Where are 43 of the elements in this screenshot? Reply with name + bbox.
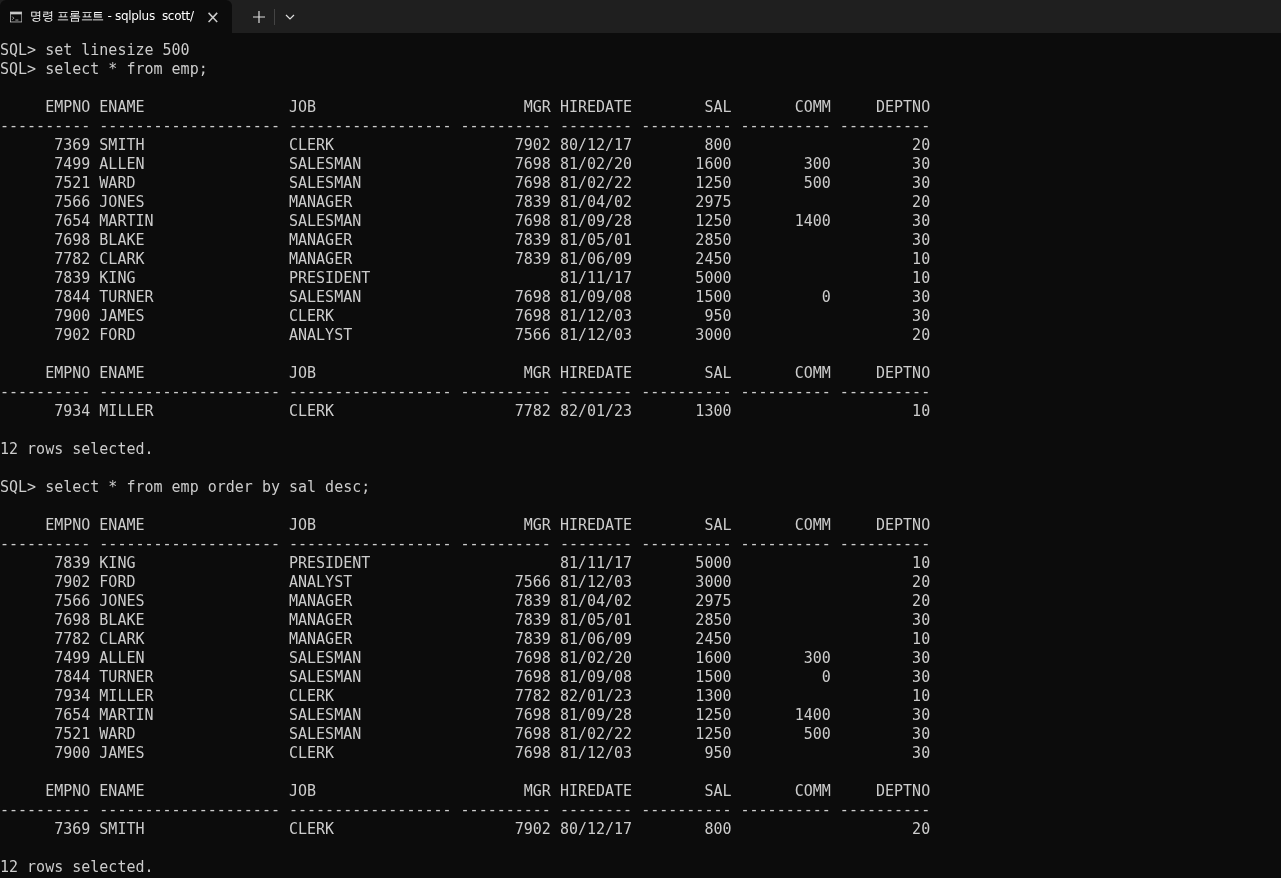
dashed-rule: ---------- -------------------- ------------------ ---------- -------- ---------- ---------- ---------- xyxy=(0,383,931,402)
dashed-rule: ---------- -------------------- ------------------ ---------- -------- ---------- ---------- ---------- xyxy=(0,801,931,820)
table-row-text: 7566 JONES MANAGER 7839 81/04/02 2975 20 xyxy=(53,193,931,212)
table-row-text: 7900 JAMES CLERK 7698 81/12/03 950 30 xyxy=(53,307,931,326)
column-header-line: EMPNO ENAME JOB MGR HIREDATE SAL COMM DEPTNO xyxy=(44,516,931,535)
plus-icon xyxy=(253,10,265,23)
table-row-text: 7499 ALLEN SALESMAN 7698 81/02/20 1600 300 30 xyxy=(53,155,931,174)
terminal-tab[interactable]: 명령 프롬프트 - sqlplus scott/ × xyxy=(0,0,232,33)
table-row-text: 7369 SMITH CLERK 7902 80/12/17 800 20 xyxy=(53,820,931,839)
table-row-text: 7782 CLARK MANAGER 7839 81/06/09 2450 10 xyxy=(53,250,931,269)
table-row-text: 7782 CLARK MANAGER 7839 81/06/09 2450 10 xyxy=(53,630,931,649)
table-row-text: 7902 FORD ANALYST 7566 81/12/03 3000 20 xyxy=(53,326,931,345)
column-header-line: EMPNO ENAME JOB MGR HIREDATE SAL COMM DEPTNO xyxy=(44,782,931,801)
table-row-text: 7900 JAMES CLERK 7698 81/12/03 950 30 xyxy=(53,744,931,763)
table-row-text: 7839 KING PRESIDENT 81/11/17 5000 10 xyxy=(53,554,931,573)
table-row-text: 7698 BLAKE MANAGER 7839 81/05/01 2850 30 xyxy=(53,611,931,630)
command-line: SQL> select * from emp order by sal desc; xyxy=(0,478,371,497)
table-row-text: 7369 SMITH CLERK 7902 80/12/17 800 20 xyxy=(53,136,931,155)
table-row-text: 7499 ALLEN SALESMAN 7698 81/02/20 1600 300 30 xyxy=(53,649,931,668)
command-line: SQL> select * from emp; xyxy=(0,60,208,79)
close-tab-button[interactable]: × xyxy=(201,6,224,27)
table-row-text: 7844 TURNER SALESMAN 7698 81/09/08 1500 0 30 xyxy=(53,288,931,307)
command-line: SQL> set linesize 500 xyxy=(0,41,190,60)
table-row-text: 7521 WARD SALESMAN 7698 81/02/22 1250 500 30 xyxy=(53,725,931,744)
status-message: 12 rows selected. xyxy=(0,440,154,459)
tab-title: 명령 프롬프트 - sqlplus scott/ xyxy=(30,8,194,25)
chevron-down-icon xyxy=(285,13,295,20)
table-row-text: 7934 MILLER CLERK 7782 82/01/23 1300 10 xyxy=(53,402,931,421)
dashed-rule: ---------- -------------------- ------------------ ---------- -------- ---------- ---------- ---------- xyxy=(0,535,931,554)
table-row-text: 7902 FORD ANALYST 7566 81/12/03 3000 20 xyxy=(53,573,931,592)
table-row-text: 7566 JONES MANAGER 7839 81/04/02 2975 20 xyxy=(53,592,931,611)
table-row-text: 7654 MARTIN SALESMAN 7698 81/09/28 1250 1400 30 xyxy=(53,706,931,725)
table-row-text: 7934 MILLER CLERK 7782 82/01/23 1300 10 xyxy=(53,687,931,706)
table-row-text: 7844 TURNER SALESMAN 7698 81/09/08 1500 0 30 xyxy=(53,668,931,687)
column-header-line: EMPNO ENAME JOB MGR HIREDATE SAL COMM DEPTNO xyxy=(44,98,931,117)
column-header-line: EMPNO ENAME JOB MGR HIREDATE SAL COMM DEPTNO xyxy=(44,364,931,383)
console-icon xyxy=(10,9,23,24)
dashed-rule: ---------- -------------------- ------------------ ---------- -------- ---------- ---------- ---------- xyxy=(0,117,931,136)
table-row-text: 7839 KING PRESIDENT 81/11/17 5000 10 xyxy=(53,269,931,288)
table-row-text: 7698 BLAKE MANAGER 7839 81/05/01 2850 30 xyxy=(53,231,931,250)
table-row-text: 7521 WARD SALESMAN 7698 81/02/22 1250 500 30 xyxy=(53,174,931,193)
status-message: 12 rows selected. xyxy=(0,858,154,877)
table-row-text: 7654 MARTIN SALESMAN 7698 81/09/28 1250 1400 30 xyxy=(53,212,931,231)
